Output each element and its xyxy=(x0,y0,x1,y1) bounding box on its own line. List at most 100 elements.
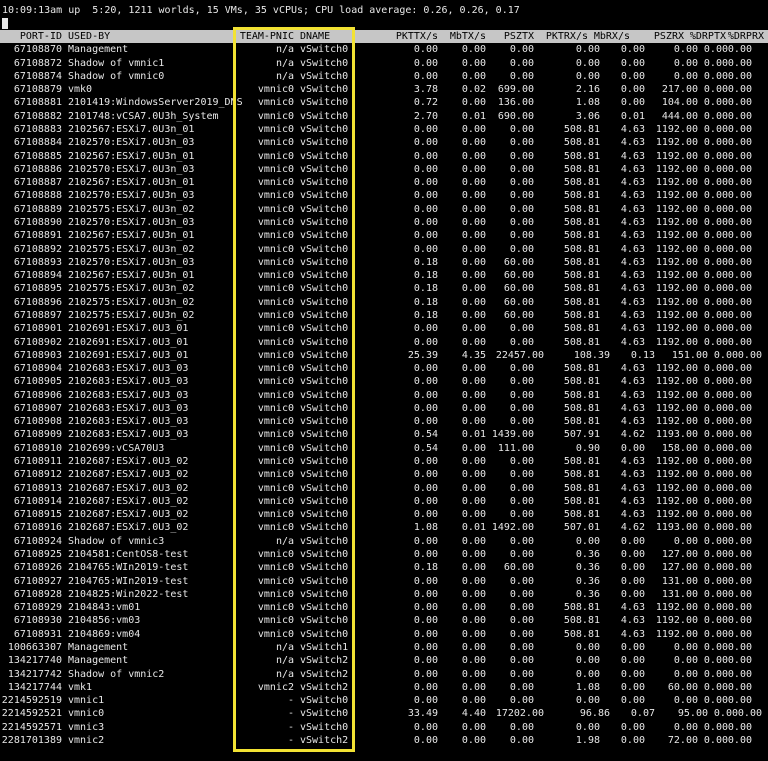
cell-used: 2102575:ESXi7.0U3n_02 xyxy=(68,296,195,308)
table-row: 67108894 2102567:ESXi7.0U3n_01 vmnic0 vSwit… xyxy=(0,269,768,282)
cell-port: 67108895 xyxy=(13,283,62,295)
terminal-cursor xyxy=(2,17,8,30)
cell-psztx: 0.00 xyxy=(509,575,534,587)
cell-psztx: 0.00 xyxy=(509,548,534,560)
cell-mbrx: 0.01 xyxy=(620,110,645,122)
cell-pktrx: 508.81 xyxy=(563,628,600,640)
table-row: 67108872 Shadow of vmnic1 n/a vSwitch0 0.00 0… xyxy=(0,57,768,70)
cell-used: 2101748:vCSA7.0U3h_System xyxy=(68,110,219,122)
cell-mbrx: 4.63 xyxy=(620,363,645,375)
cell-mbrx: 0.00 xyxy=(620,695,645,707)
cell-used: 2102687:ESXi7.0U3_02 xyxy=(68,469,189,481)
table-row: 100663307 Management n/a vSwitch1 0.00 0.00 0.… xyxy=(0,641,768,654)
cell-pktrx: 508.81 xyxy=(563,230,600,242)
cell-mbrx: 4.63 xyxy=(620,283,645,295)
cell-port: 67108874 xyxy=(13,70,62,82)
cell-mbrx: 0.00 xyxy=(620,734,645,746)
table-row: 67108906 2102683:ESXi7.0U3_03 vmnic0 vSwitc… xyxy=(0,389,768,402)
cell-psztx: 0.00 xyxy=(509,376,534,388)
cell-used: 2102570:ESXi7.0U3n_03 xyxy=(68,137,195,149)
cell-drprx: 0.00 xyxy=(727,243,752,255)
cell-mbrx: 4.63 xyxy=(620,124,645,136)
cell-drprx: 0.00 xyxy=(727,203,752,215)
cell-port: 67108897 xyxy=(13,309,62,321)
cell-team: n/a xyxy=(275,641,294,653)
cell-psztx: 22457.00 xyxy=(495,349,544,361)
cell-pktrx: 508.81 xyxy=(563,469,600,481)
cell-team: vmnic0 xyxy=(257,124,294,136)
cell-psztx: 0.00 xyxy=(509,124,534,136)
cell-pktrx: 508.81 xyxy=(563,615,600,627)
table-row: 67108929 2104843:vm01 vmnic0 vSwitch0 0.00 0.… xyxy=(0,601,768,614)
cell-port: 67108907 xyxy=(13,402,62,414)
cell-dname: vSwitch0 xyxy=(300,44,349,56)
cell-team: vmnic0 xyxy=(257,230,294,242)
cell-pktrx: 3.06 xyxy=(575,110,600,122)
cell-port: 67108916 xyxy=(13,522,62,534)
table-row: 67108893 2102570:ESXi7.0U3n_03 vmnic0 vSwit… xyxy=(0,256,768,269)
cell-pktrx: 508.81 xyxy=(563,376,600,388)
esxtop-terminal-screen[interactable]: 10:09:13am up 5:20, 1211 worlds, 15 VMs,… xyxy=(0,0,768,761)
cell-psztx: 0.00 xyxy=(509,588,534,600)
cell-drprx: 0.00 xyxy=(727,150,752,162)
table-header-row: PORT-ID USED-BY TEAM-PNIC DNAME PKTTX/s … xyxy=(0,30,768,44)
table-row: 2281701389 vmnic2 - vSwitch2 0.00 0.00 0.00 1.9… xyxy=(0,734,768,747)
cell-psztx: 0.00 xyxy=(509,389,534,401)
cell-drprx: 0.00 xyxy=(727,456,752,468)
cell-pktrx: 508.81 xyxy=(563,163,600,175)
cell-team: vmnic0 xyxy=(257,110,294,122)
cell-mbrx: 0.07 xyxy=(630,708,655,720)
cell-dname: vSwitch0 xyxy=(300,256,349,268)
cell-dname: vSwitch0 xyxy=(300,522,349,534)
cell-dname: vSwitch0 xyxy=(300,163,349,175)
cell-dname: vSwitch0 xyxy=(300,376,349,388)
cell-dname: vSwitch0 xyxy=(300,84,349,96)
cell-psztx: 0.00 xyxy=(509,721,534,733)
cell-used: 2102575:ESXi7.0U3n_02 xyxy=(68,283,195,295)
cell-mbrx: 4.63 xyxy=(620,216,645,228)
cell-team: vmnic0 xyxy=(257,402,294,414)
cell-team: vmnic0 xyxy=(257,615,294,627)
cell-team: - xyxy=(287,721,294,733)
cell-psztx: 0.00 xyxy=(509,509,534,521)
cell-psztx: 60.00 xyxy=(503,256,534,268)
table-row: 67108890 2102570:ESXi7.0U3n_03 vmnic0 vSwit… xyxy=(0,216,768,229)
cell-dname: vSwitch0 xyxy=(300,270,349,282)
cell-mbrx: 4.63 xyxy=(620,323,645,335)
table-row: 67108931 2104869:vm04 vmnic0 vSwitch0 0.00 0.… xyxy=(0,628,768,641)
cell-drprx: 0.00 xyxy=(727,137,752,149)
cell-team: vmnic0 xyxy=(257,575,294,587)
cell-team: n/a xyxy=(275,70,294,82)
cell-team: vmnic0 xyxy=(257,97,294,109)
cell-drprx: 0.00 xyxy=(727,177,752,189)
column-header-psztx: PSZTX xyxy=(503,31,534,43)
cell-psztx: 17202.00 xyxy=(495,708,544,720)
cell-drprx: 0.00 xyxy=(727,84,752,96)
cell-dname: vSwitch0 xyxy=(300,230,349,242)
cell-port: 67108901 xyxy=(13,323,62,335)
cell-dname: vSwitch0 xyxy=(300,323,349,335)
cell-dname: vSwitch0 xyxy=(300,602,349,614)
cell-port: 134217742 xyxy=(7,668,62,680)
cell-pktrx: 508.81 xyxy=(563,389,600,401)
cell-port: 67108879 xyxy=(13,84,62,96)
cell-team: vmnic0 xyxy=(257,349,294,361)
cell-port: 100663307 xyxy=(7,641,62,653)
cell-team: vmnic0 xyxy=(257,163,294,175)
cell-port: 67108905 xyxy=(13,376,62,388)
cell-used: 2102687:ESXi7.0U3_02 xyxy=(68,509,189,521)
cell-pktrx: 508.81 xyxy=(563,203,600,215)
cell-used: 2104765:WIn2019-test xyxy=(68,562,189,574)
cell-psztx: 0.00 xyxy=(509,469,534,481)
cell-used: 2102570:ESXi7.0U3n_03 xyxy=(68,190,195,202)
cell-drprx: 0.00 xyxy=(727,562,752,574)
cell-dname: vSwitch0 xyxy=(300,482,349,494)
cell-drprx: 0.00 xyxy=(727,734,752,746)
table-row: 67108915 2102687:ESXi7.0U3_02 vmnic0 vSwitc… xyxy=(0,508,768,521)
cell-drprx: 0.00 xyxy=(727,535,752,547)
table-row: 67108897 2102575:ESXi7.0U3n_02 vmnic0 vSwit… xyxy=(0,309,768,322)
cell-used: 2102699:vCSA70U3 xyxy=(68,442,165,454)
cell-dname: vSwitch0 xyxy=(300,177,349,189)
table-row: 67108883 2102567:ESXi7.0U3n_01 vmnic0 vSwit… xyxy=(0,123,768,136)
cell-port: 2214592521 xyxy=(1,708,62,720)
